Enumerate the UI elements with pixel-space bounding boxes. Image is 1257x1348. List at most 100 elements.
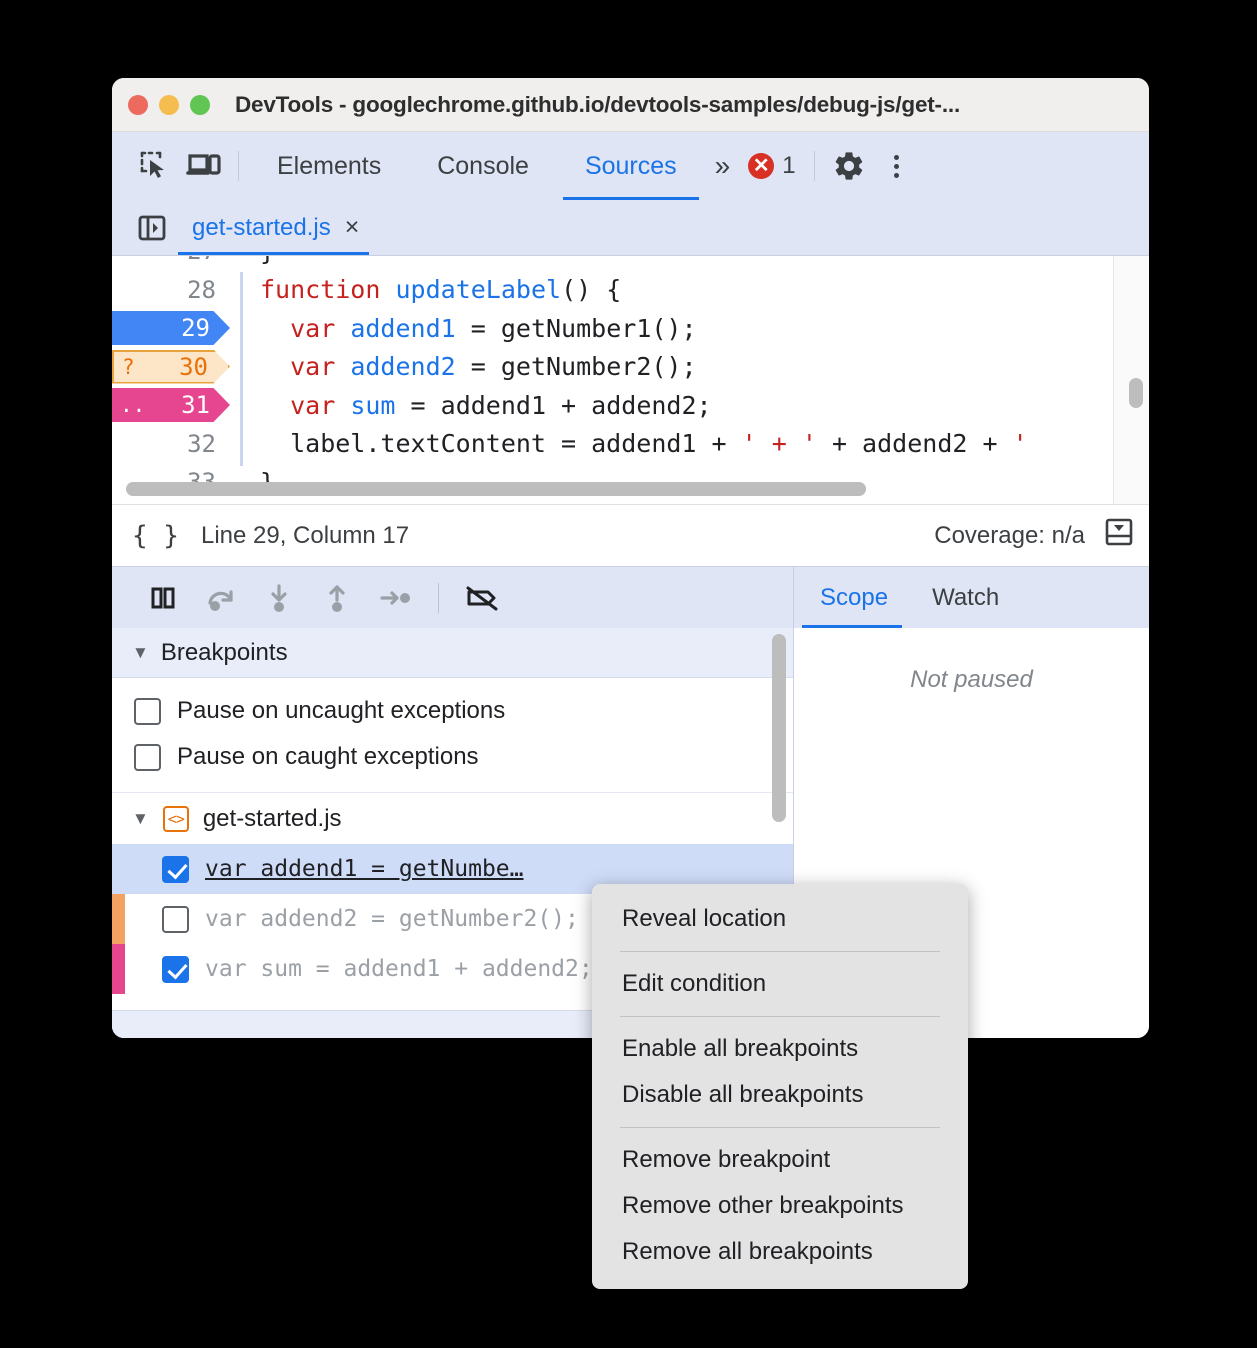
kebab-menu-icon[interactable] [873, 142, 921, 190]
line-number-28[interactable]: 28 [112, 271, 230, 310]
source-tab-get-started-js[interactable]: get-started.js × [174, 200, 373, 255]
toolbar-divider [238, 151, 239, 181]
code-lines: 27 } 28 function updateLabel() { 29 var … [112, 256, 1135, 504]
step-icon[interactable] [366, 574, 424, 622]
code-editor[interactable]: 27 } 28 function updateLabel() { 29 var … [112, 256, 1149, 504]
chevron-down-icon-file: ▼ [132, 808, 149, 828]
chevron-down-icon: ▼ [132, 642, 149, 662]
step-over-icon[interactable] [192, 574, 250, 622]
cursor-position: Line 29, Column 17 [200, 521, 410, 549]
source-tabstrip: get-started.js × [112, 200, 1149, 256]
breakpoint-label-2: var addend2 = getNumber2(); [205, 906, 579, 932]
menu-item-remove-all-breakpoints[interactable]: Remove all breakpoints [592, 1229, 968, 1275]
line-text-31: var sum = addend1 + addend2; [290, 390, 712, 420]
editor-status-bar: { } Line 29, Column 17 Coverage: n/a [112, 504, 1149, 566]
tab-console[interactable]: Console [409, 132, 557, 200]
logpoint-marker-line-31[interactable]: .. 31 [112, 388, 230, 422]
menu-item-edit-condition[interactable]: Edit condition [592, 961, 968, 1007]
breakpoints-pane-scrollbar[interactable] [772, 634, 786, 822]
editor-horizontal-scrollbar[interactable] [126, 482, 866, 496]
indent-guide [240, 272, 243, 466]
window-title: DevTools - googlechrome.github.io/devtoo… [235, 91, 960, 117]
step-into-icon[interactable] [250, 574, 308, 622]
line-number-29[interactable]: 29 [112, 309, 230, 348]
breakpoint-checkbox-3[interactable] [162, 955, 189, 983]
error-badge[interactable]: ✕ 1 [740, 152, 803, 180]
window-titlebar: DevTools - googlechrome.github.io/devtoo… [112, 78, 1149, 132]
coverage-label: Coverage: n/a [934, 521, 1085, 549]
menu-item-remove-breakpoint[interactable]: Remove breakpoint [592, 1137, 968, 1183]
minimize-window-button[interactable] [159, 94, 179, 115]
more-tabs-icon[interactable]: » [705, 150, 741, 182]
breakpoint-file-name: get-started.js [202, 804, 342, 832]
pause-uncaught-label: Pause on uncaught exceptions [177, 697, 506, 724]
breakpoint-checkbox-1[interactable] [162, 855, 189, 883]
tab-scope[interactable]: Scope [794, 567, 910, 628]
logpoint-mark: .. [120, 393, 146, 417]
pause-resume-icon[interactable] [134, 574, 192, 622]
breakpoints-title: Breakpoints [160, 638, 288, 666]
source-tab-label: get-started.js [192, 213, 331, 241]
breakpoint-marker-line-29[interactable]: 29 [112, 311, 230, 345]
show-drawer-icon[interactable] [1103, 516, 1135, 555]
error-count: 1 [782, 152, 796, 179]
code-line-29: 29 var addend1 = getNumber1(); [112, 309, 1135, 348]
inspect-element-icon[interactable] [132, 142, 180, 190]
maximize-window-button[interactable] [190, 94, 210, 115]
line-text-29: var addend1 = getNumber1(); [290, 313, 697, 343]
breakpoint-checkbox-2[interactable] [162, 905, 189, 933]
code-line-32: 32 label.textContent = addend1 + ' + ' +… [112, 425, 1135, 464]
line-number-31[interactable]: .. 31 [112, 386, 230, 425]
menu-separator-3 [620, 1127, 940, 1128]
panel-tabs: Elements Console Sources [249, 132, 705, 200]
code-line-30: ? 30 var addend2 = getNumber2(); [112, 348, 1135, 387]
gear-icon[interactable] [825, 142, 873, 190]
pause-uncaught-row[interactable]: Pause on uncaught exceptions [112, 688, 793, 734]
close-window-button[interactable] [128, 94, 148, 115]
screenshot-root: DevTools - googlechrome.github.io/devtoo… [0, 0, 1257, 1348]
menu-item-reveal-location[interactable]: Reveal location [592, 896, 968, 942]
js-file-icon: <> [162, 805, 189, 832]
editor-vertical-scrollbar[interactable] [1129, 378, 1143, 408]
menu-item-disable-all-breakpoints[interactable]: Disable all breakpoints [592, 1072, 968, 1118]
line-text-28: function updateLabel() { [260, 275, 622, 305]
traffic-lights [128, 94, 210, 115]
step-out-icon[interactable] [308, 574, 366, 622]
pause-caught-label: Pause on caught exceptions [177, 743, 479, 770]
pause-caught-checkbox[interactable] [134, 743, 161, 771]
debugger-toolbar-row: Scope Watch [112, 566, 1149, 628]
code-line-27: 27 } [112, 256, 1135, 271]
pretty-print-icon[interactable]: { } [132, 521, 179, 551]
tab-elements[interactable]: Elements [249, 132, 409, 200]
menu-item-enable-all-breakpoints[interactable]: Enable all breakpoints [592, 1026, 968, 1072]
menu-separator-2 [620, 1016, 940, 1017]
line-number-27[interactable]: 27 [112, 256, 230, 271]
close-tab-icon[interactable]: × [345, 215, 360, 240]
device-toolbar-icon[interactable] [180, 142, 228, 190]
panel-toggle-icon[interactable] [130, 206, 174, 250]
menu-item-remove-other-breakpoints[interactable]: Remove other breakpoints [592, 1183, 968, 1229]
pause-uncaught-checkbox[interactable] [134, 697, 161, 725]
scope-empty-message: Not paused [910, 666, 1033, 693]
breakpoints-section-header[interactable]: ▼ Breakpoints [112, 628, 793, 678]
debugger-divider [438, 582, 439, 613]
tab-watch[interactable]: Watch [910, 567, 1021, 628]
breakpoint-file-group[interactable]: ▼ <> get-started.js [112, 792, 793, 844]
line-number-32[interactable]: 32 [112, 425, 230, 464]
logpoint-stripe [112, 944, 125, 994]
tab-sources[interactable]: Sources [557, 132, 705, 200]
error-circle-icon: ✕ [748, 153, 775, 179]
devtools-main-toolbar: Elements Console Sources » ✕ 1 [112, 132, 1149, 200]
deactivate-breakpoints-icon[interactable] [453, 574, 511, 622]
menu-separator-1 [620, 951, 940, 952]
pause-caught-row[interactable]: Pause on caught exceptions [112, 734, 793, 780]
conditional-breakpoint-marker-line-30[interactable]: ? 30 [112, 349, 230, 384]
code-line-28: 28 function updateLabel() { [112, 271, 1135, 310]
conditional-mark: ? [122, 354, 135, 379]
line-text-27: } [230, 256, 1135, 266]
sidebar-tabs: Scope Watch [794, 567, 1149, 628]
line-number-30[interactable]: ? 30 [112, 348, 230, 387]
breakpoint-label-3: var sum = addend1 + addend2; [205, 956, 593, 982]
breakpoint-label-1: var addend1 = getNumbe… [205, 856, 524, 882]
line-text-30: var addend2 = getNumber2(); [290, 352, 697, 382]
